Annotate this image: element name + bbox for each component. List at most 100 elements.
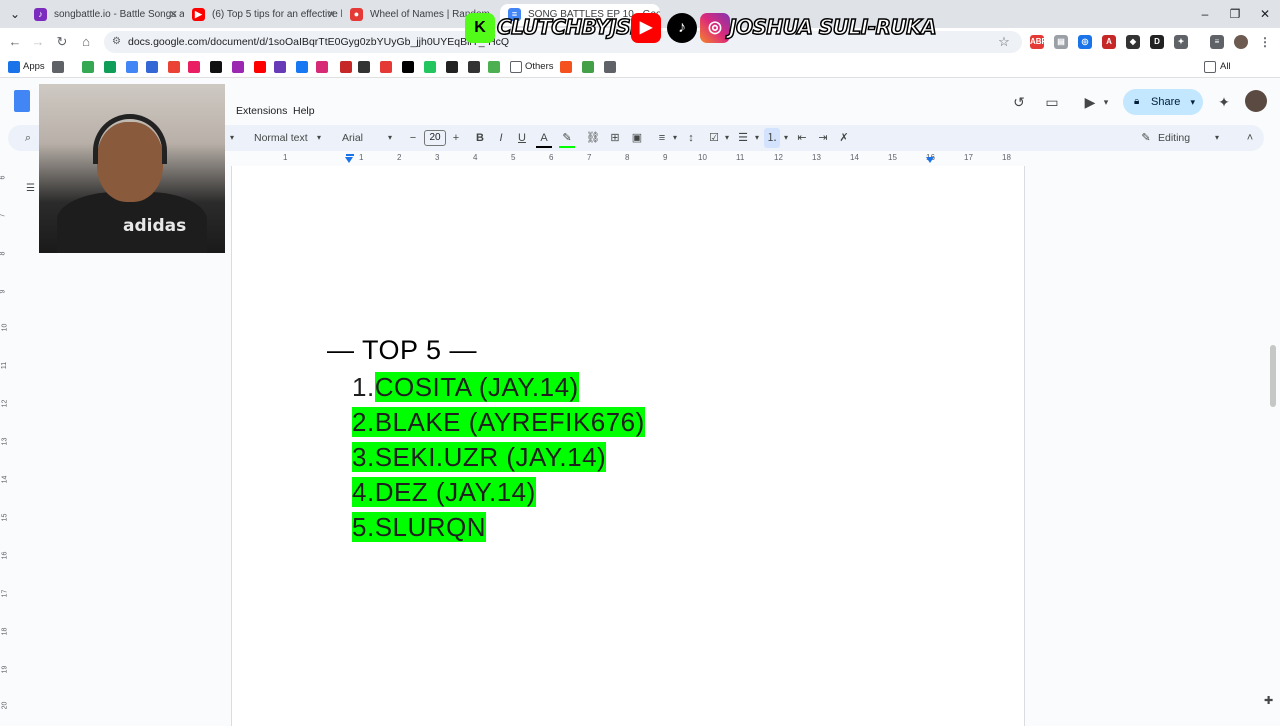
highlight-color-button[interactable]: ✎	[559, 128, 575, 148]
first-line-indent-marker[interactable]	[346, 154, 354, 156]
list-item[interactable]: 3.SEKI.UZR (JAY.14)	[352, 442, 607, 472]
chevron-down-icon[interactable]: ▾	[667, 128, 683, 148]
vertical-scrollbar[interactable]	[1270, 345, 1276, 407]
comments-icon[interactable]: ▭	[1042, 92, 1062, 112]
bookmark-icon[interactable]	[146, 61, 158, 73]
chevron-down-icon[interactable]: ▾	[311, 128, 327, 148]
x-bookmark-icon[interactable]	[402, 61, 414, 73]
decrease-indent-icon[interactable]: ⇤	[794, 128, 810, 148]
extension-icon[interactable]: ◆	[1126, 35, 1140, 49]
browser-tab[interactable]: ♪ songbattle.io - Battle Songs ag ✕	[26, 4, 184, 26]
bookmark-icon[interactable]	[126, 61, 138, 73]
maximize-button[interactable]: ❐	[1220, 0, 1250, 28]
insert-image-icon[interactable]: ▣	[629, 128, 645, 148]
vertical-ruler[interactable]: 6 7 8 9 10 11 12 13 14 15 16 17 18 19 20	[0, 166, 12, 720]
minimize-button[interactable]: –	[1190, 0, 1220, 28]
bookmark-others[interactable]: Others	[525, 59, 554, 75]
increase-indent-icon[interactable]: ⇥	[815, 128, 831, 148]
left-indent-marker[interactable]	[345, 157, 353, 163]
forward-button[interactable]: →	[28, 32, 48, 52]
bookmark-icon[interactable]	[468, 61, 480, 73]
chevron-down-icon[interactable]: ▾	[719, 128, 735, 148]
folder-icon[interactable]	[510, 61, 522, 73]
bookmark-icon[interactable]	[604, 61, 616, 73]
editing-mode-select[interactable]: Editing	[1158, 128, 1190, 148]
document-page[interactable]: — TOP 5 — 1.COSITA (JAY.14) 2.BLAKE (AYR…	[231, 166, 1025, 726]
adblock-extension-icon[interactable]: ABP	[1030, 35, 1047, 49]
document-outline-icon[interactable]: ☰	[26, 183, 35, 194]
bookmark-icon[interactable]	[560, 61, 572, 73]
extension-icon[interactable]: ◎	[1078, 35, 1092, 49]
chevron-down-icon[interactable]: ▾	[382, 128, 398, 148]
extension-icon[interactable]: D	[1150, 35, 1164, 49]
share-button[interactable]: 🔒︎ Share ▾	[1123, 89, 1203, 115]
kick-bookmark-icon[interactable]	[424, 61, 436, 73]
text-color-button[interactable]: A	[536, 128, 552, 148]
folder-icon[interactable]	[1204, 61, 1216, 73]
list-item[interactable]: 4.DEZ (JAY.14)	[352, 477, 536, 507]
bookmark-icon[interactable]	[232, 61, 244, 73]
collapse-menu-icon[interactable]: ˄	[1242, 128, 1258, 148]
close-tab-icon[interactable]: ✕	[327, 4, 336, 26]
right-indent-marker[interactable]	[926, 157, 934, 163]
profile-icon[interactable]	[1234, 35, 1248, 49]
apps-grid-icon[interactable]	[8, 61, 20, 73]
bookmark-icon[interactable]	[488, 61, 500, 73]
chevron-down-icon[interactable]: ▾	[1096, 92, 1116, 112]
pdf-extension-icon[interactable]: A	[1102, 35, 1116, 49]
bookmark-icon[interactable]	[82, 61, 94, 73]
bookmark-icon[interactable]	[168, 61, 180, 73]
reload-button[interactable]: ↻	[52, 32, 72, 52]
add-comment-icon[interactable]: ⊞	[607, 128, 623, 148]
horizontal-ruler[interactable]: 1 1 2 3 4 5 6 7 8 9 10 11 12 13 14 15 16…	[231, 153, 1025, 166]
version-history-icon[interactable]: ↺	[1009, 92, 1029, 112]
close-tab-icon[interactable]: ✕	[169, 4, 178, 26]
instagram-bookmark-icon[interactable]	[316, 61, 328, 73]
explore-icon[interactable]: ✚	[1264, 694, 1278, 708]
tiktok-bookmark-icon[interactable]	[210, 61, 222, 73]
search-icon[interactable]: ⌕	[20, 128, 36, 148]
bookmark-icon[interactable]	[104, 61, 116, 73]
docs-logo-icon[interactable]	[14, 90, 30, 112]
close-window-button[interactable]: ✕	[1250, 0, 1280, 28]
menu-help[interactable]: Help	[293, 105, 315, 117]
list-item[interactable]: 5.SLURQN	[352, 512, 487, 542]
reading-list-icon[interactable]: ≡	[1210, 35, 1224, 49]
back-button[interactable]: ←	[5, 32, 25, 52]
bookmark-icon[interactable]	[188, 61, 200, 73]
italic-button[interactable]: I	[493, 128, 509, 148]
extension-icon[interactable]: ▤	[1054, 35, 1068, 49]
bookmark-icon[interactable]	[274, 61, 286, 73]
link-icon[interactable]: ⛓	[585, 128, 601, 148]
bookmark-icon[interactable]	[358, 61, 370, 73]
avatar[interactable]	[1245, 90, 1267, 112]
site-info-icon[interactable]: ⚙	[112, 31, 121, 53]
document-heading[interactable]: — TOP 5 —	[327, 335, 477, 366]
bookmark-star-icon[interactable]: ☆	[994, 32, 1014, 52]
bookmark-icon[interactable]	[52, 61, 64, 73]
facebook-bookmark-icon[interactable]	[296, 61, 308, 73]
clear-formatting-icon[interactable]: ✗	[836, 128, 852, 148]
menu-kebab-icon[interactable]: ⋮	[1258, 35, 1272, 49]
youtube-bookmark-icon[interactable]	[254, 61, 266, 73]
bookmark-apps[interactable]: Apps	[23, 59, 45, 75]
paragraph-style-select[interactable]: Normal text	[254, 128, 308, 148]
increase-font-size-button[interactable]: +	[448, 128, 464, 148]
decrease-font-size-button[interactable]: −	[405, 128, 421, 148]
bookmark-icon[interactable]	[582, 61, 594, 73]
bookmark-icon[interactable]	[340, 61, 352, 73]
font-size-input[interactable]: 20	[424, 130, 446, 146]
menu-extensions[interactable]: Extensions	[236, 105, 287, 117]
home-button[interactable]: ⌂	[76, 32, 96, 52]
font-family-select[interactable]: Arial	[342, 128, 363, 148]
underline-button[interactable]: U	[514, 128, 530, 148]
bold-button[interactable]: B	[472, 128, 488, 148]
extensions-puzzle-icon[interactable]: ✦	[1174, 35, 1188, 49]
list-item[interactable]: 2.BLAKE (AYREFIK676)	[352, 407, 645, 437]
chevron-down-icon[interactable]: ▾	[749, 128, 765, 148]
chevron-down-icon[interactable]: ▾	[1190, 89, 1195, 115]
browser-tab[interactable]: ▶ (6) Top 5 tips for an effective la ✕	[184, 4, 342, 26]
bookmark-icon[interactable]	[380, 61, 392, 73]
list-item[interactable]: 1.COSITA (JAY.14)	[352, 372, 579, 402]
line-spacing-icon[interactable]: ↕	[683, 128, 699, 148]
